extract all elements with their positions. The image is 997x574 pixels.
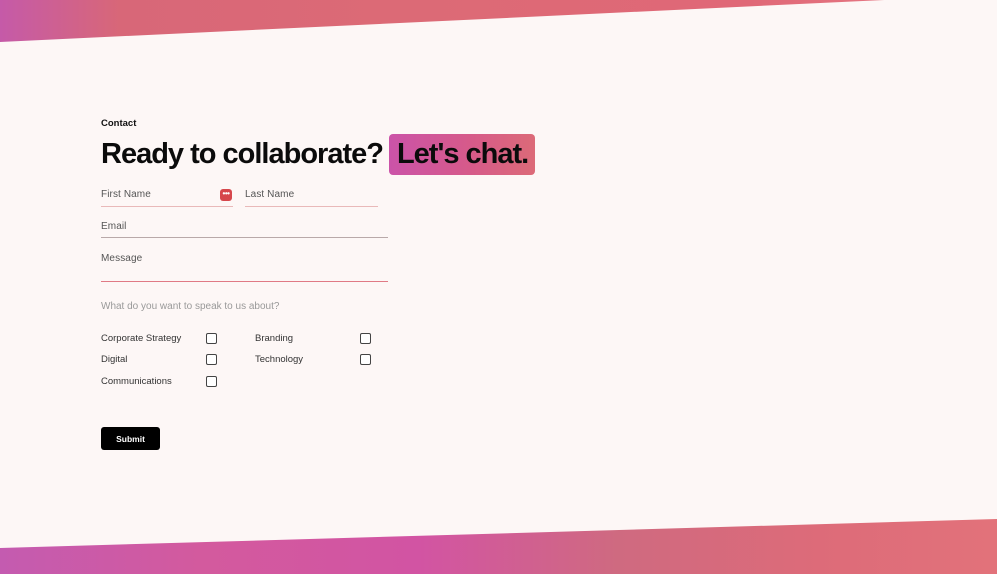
bottom-gradient-band [0, 519, 997, 574]
first-name-field[interactable]: First Name [101, 189, 233, 207]
topic-label-digital: Digital [101, 354, 128, 365]
topic-prompt: What do you want to speak to us about? [101, 301, 280, 312]
topic-checkbox-technology[interactable] [360, 354, 371, 365]
page-title: Ready to collaborate? Let's chat. [101, 132, 561, 176]
headline-main: Ready to collaborate? [101, 137, 384, 170]
topic-checkbox-branding[interactable] [360, 333, 371, 344]
contact-page: Contact Ready to collaborate? Let's chat… [0, 0, 997, 574]
topic-label-corporate-strategy: Corporate Strategy [101, 333, 182, 344]
topic-label-technology: Technology [255, 354, 304, 365]
password-manager-icon[interactable]: ••• [220, 189, 232, 201]
email-input[interactable] [101, 221, 388, 237]
section-label: Contact [101, 118, 137, 129]
message-field[interactable]: Message [101, 253, 388, 282]
topic-checkbox-communications[interactable] [206, 376, 217, 387]
top-gradient-band [0, 0, 997, 42]
headline-accent: Let's chat. [388, 133, 536, 175]
last-name-input[interactable] [245, 189, 378, 206]
topic-checkbox-corporate-strategy[interactable] [206, 333, 217, 344]
message-input[interactable] [101, 253, 388, 281]
topic-label-communications: Communications [101, 376, 172, 387]
first-name-input[interactable] [101, 189, 233, 206]
topic-checkbox-digital[interactable] [206, 354, 217, 365]
topic-label-branding: Branding [255, 333, 294, 344]
contact-header: Contact Ready to collaborate? Let's chat… [101, 118, 561, 176]
submit-button[interactable]: Submit [101, 427, 160, 450]
last-name-field[interactable]: Last Name [245, 189, 378, 207]
email-field[interactable]: Email [101, 221, 388, 238]
